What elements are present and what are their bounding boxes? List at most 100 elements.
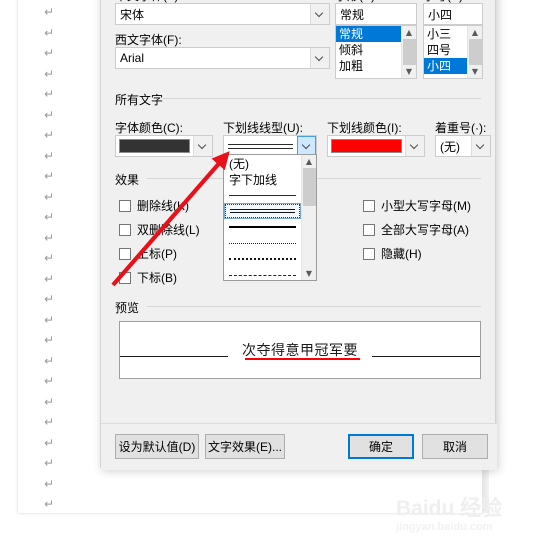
preview-group-title: 预览 (115, 299, 145, 316)
paragraph-mark: ↵ (44, 189, 55, 204)
list-item[interactable]: 倾斜 (336, 42, 401, 58)
effect-label: 上标(P) (137, 247, 177, 261)
underline-style-label: 下划线线型(U): (223, 121, 303, 135)
chevron-down-icon (316, 54, 324, 62)
font-size-listbox[interactable]: 小三 四号 小四 ▲ ▼ (423, 25, 483, 79)
font-color-swatch (119, 139, 190, 153)
underline-color-swatch (331, 139, 402, 153)
effects-group-title: 效果 (115, 171, 145, 188)
font-style-listbox[interactable]: 常规 倾斜 加粗 ▲ ▼ (335, 25, 417, 79)
scroll-down-icon[interactable]: ▼ (468, 65, 483, 78)
effect-checkbox-row[interactable]: 删除线(K) (119, 197, 189, 214)
font-color-dropdown-button[interactable] (193, 136, 212, 156)
font-style-list-items[interactable]: 常规 倾斜 加粗 (336, 26, 401, 78)
font-dialog: 中文字体(T): 宋体 西文字体(F): Arial 字形(Y): 常规 常规倾… (100, 0, 497, 470)
list-item[interactable]: 常规 (336, 26, 401, 42)
scroll-thumb[interactable] (302, 168, 316, 206)
emphasis-mark-label: 着重号(·): (435, 121, 487, 135)
underline-dropdown-scrollbar[interactable]: ▲ ▼ (301, 155, 316, 280)
underline-style-option[interactable]: 字下加线 (224, 171, 301, 187)
chevron-down-icon (411, 142, 419, 150)
underline-style-option[interactable] (224, 251, 301, 267)
checkbox[interactable] (119, 199, 131, 212)
chevron-down-icon (477, 142, 485, 150)
underline-style-option[interactable] (224, 203, 301, 219)
set-default-button[interactable]: 设为默认值(D) (115, 434, 199, 459)
paragraph-marks-column: ↵ ↵ ↵ ↵ ↵ ↵ ↵ ↵ ↵ ↵ ↵ ↵ ↵ ↵ ↵ ↵ ↵ ↵ ↵ ↵ ↵ ↵ ↵ ↵ ↵ (44, 2, 70, 515)
underline-style-option[interactable] (224, 235, 301, 251)
effect-checkbox-row[interactable]: 上标(P) (119, 245, 177, 262)
checkbox[interactable] (119, 247, 131, 260)
paragraph-mark: ↵ (44, 292, 55, 306)
font-style-input[interactable]: 常规 (335, 3, 417, 25)
font-size-input[interactable]: 小四 (423, 3, 483, 25)
paragraph-mark: ↵ (44, 5, 55, 19)
paragraph-mark: ↵ (44, 25, 55, 40)
underline-style-options[interactable]: (无) 字下加线 (224, 155, 301, 280)
checkbox[interactable] (363, 199, 375, 212)
underline-style-dropdown-button[interactable] (297, 136, 316, 156)
cancel-button[interactable]: 取消 (422, 434, 488, 459)
scroll-up-icon[interactable]: ▲ (302, 155, 317, 168)
effect-checkbox-row[interactable]: 双删除线(L) (119, 221, 200, 238)
chinese-font-dropdown-button[interactable] (310, 4, 329, 24)
paragraph-mark: ↵ (44, 128, 55, 142)
font-color-combo[interactable] (115, 135, 213, 157)
checkbox[interactable] (363, 223, 375, 236)
scroll-down-icon[interactable]: ▼ (402, 65, 417, 78)
emphasis-mark-value: (无) (440, 139, 460, 154)
all-text-group-title: 所有文字 (115, 91, 169, 108)
latin-font-dropdown-button[interactable] (310, 48, 329, 68)
watermark-title: Baidu 经验 (396, 497, 503, 520)
list-item[interactable]: 四号 (424, 42, 467, 58)
effect-checkbox-row[interactable]: 隐藏(H) (363, 245, 422, 262)
font-color-label: 字体颜色(C): (115, 121, 183, 135)
chinese-font-combo[interactable]: 宋体 (115, 3, 330, 25)
underline-color-dropdown-button[interactable] (405, 136, 424, 156)
scroll-thumb[interactable] (468, 39, 482, 65)
paragraph-mark: ↵ (44, 169, 55, 183)
underline-style-option[interactable] (224, 187, 301, 203)
scroll-down-icon[interactable]: ▼ (302, 267, 317, 280)
effect-checkbox-row[interactable]: 全部大写字母(A) (363, 221, 469, 238)
font-size-scrollbar[interactable]: ▲ ▼ (467, 26, 482, 78)
underline-sample (229, 274, 296, 276)
underline-style-dropdown-list[interactable]: (无) 字下加线 ▲ ▼ (223, 154, 317, 281)
ok-button[interactable]: 确定 (348, 434, 414, 459)
underline-style-option[interactable] (224, 219, 301, 235)
underline-color-label: 下划线颜色(I): (327, 121, 402, 135)
paragraph-mark: ↵ (44, 210, 55, 224)
list-item[interactable]: 小四 (424, 58, 467, 74)
effect-checkbox-row[interactable]: 下标(B) (119, 269, 177, 286)
emphasis-mark-dropdown-button[interactable] (471, 136, 490, 156)
scroll-up-icon[interactable]: ▲ (402, 26, 417, 39)
effect-label: 隐藏(H) (381, 247, 422, 261)
underline-style-option[interactable]: (无) (224, 155, 301, 171)
scroll-thumb[interactable] (402, 39, 416, 65)
underline-style-option[interactable] (224, 267, 301, 280)
underline-color-combo[interactable] (327, 135, 425, 157)
text-effects-button[interactable]: 文字效果(E)... (205, 434, 285, 459)
font-size-list-items[interactable]: 小三 四号 小四 (424, 26, 467, 78)
effect-label: 下标(B) (137, 271, 177, 285)
scroll-up-icon[interactable]: ▲ (468, 26, 483, 39)
underline-style-preview (224, 143, 297, 149)
paragraph-mark: ↵ (44, 497, 55, 511)
paragraph-mark: ↵ (44, 87, 55, 101)
latin-font-combo[interactable]: Arial (115, 47, 330, 69)
emphasis-mark-combo[interactable]: (无) (435, 135, 491, 157)
paragraph-mark: ↵ (44, 333, 55, 347)
effect-checkbox-row[interactable]: 小型大写字母(M) (363, 197, 471, 214)
checkbox[interactable] (363, 247, 375, 260)
checkbox[interactable] (119, 223, 131, 236)
list-item[interactable]: 加粗 (336, 58, 401, 74)
font-style-scrollbar[interactable]: ▲ ▼ (401, 26, 416, 78)
effect-label: 双删除线(L) (137, 223, 200, 237)
paragraph-mark: ↵ (44, 394, 55, 409)
list-item[interactable]: 小三 (424, 26, 467, 42)
dialog-footer: 设为默认值(D) 文字效果(E)... 确定 取消 (101, 423, 497, 470)
preview-text: 次夺得意甲冠军要 (242, 342, 358, 358)
paragraph-mark: ↵ (44, 435, 55, 450)
double-line-sample (228, 143, 293, 149)
checkbox[interactable] (119, 271, 131, 284)
